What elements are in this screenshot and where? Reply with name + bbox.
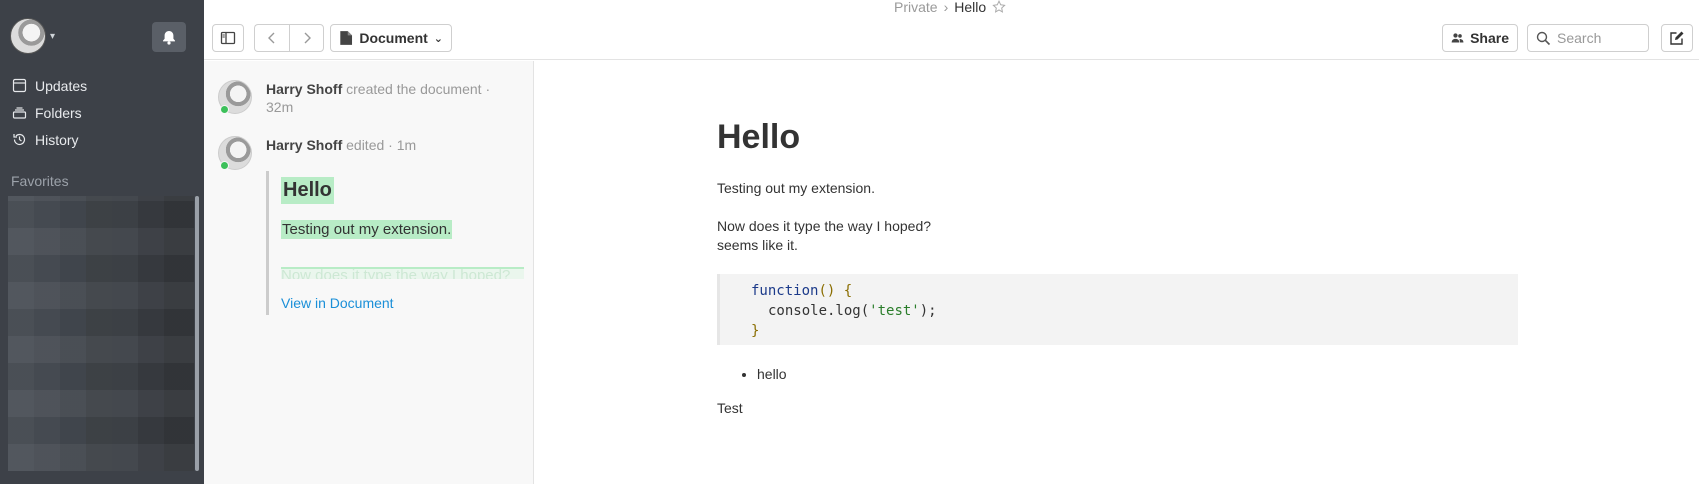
document-body[interactable]: Hello Testing out my extension. Now does… <box>717 118 1518 418</box>
view-in-document-link[interactable]: View in Document <box>281 295 524 311</box>
diff-faded-line: Now does it type the way I hoped? <box>281 267 524 279</box>
doc-paragraph[interactable]: Testing out my extension. <box>717 179 1518 198</box>
update-author[interactable]: Harry Shoff <box>266 137 342 153</box>
share-label: Share <box>1470 30 1509 46</box>
update-action: created the document <box>346 81 482 97</box>
breadcrumb: Private › Hello <box>894 0 1006 15</box>
update-author[interactable]: Harry Shoff <box>266 81 342 97</box>
toggle-sidebar-button[interactable] <box>212 24 244 52</box>
chevron-right-icon <box>304 32 311 44</box>
doc-paragraph[interactable]: Test <box>717 399 1518 418</box>
updates-panel: Harry Shoff created the document · 32m H… <box>204 61 534 484</box>
update-text: Harry Shoff created the document · 32m <box>266 81 491 115</box>
update-time: 1m <box>396 137 417 153</box>
doc-paragraph[interactable]: Now does it type the way I hoped? seems … <box>717 217 1518 255</box>
updates-icon <box>12 78 27 93</box>
search-box[interactable] <box>1527 24 1649 52</box>
sidebar-item-label: Updates <box>35 77 88 94</box>
sidebar-item-label: Folders <box>35 104 82 121</box>
breadcrumb-parent[interactable]: Private <box>894 0 938 15</box>
online-indicator <box>220 105 229 114</box>
document-icon <box>340 31 353 45</box>
account-menu-button[interactable]: ▾ <box>10 18 55 54</box>
user-avatar <box>10 18 46 54</box>
people-icon <box>1451 33 1464 43</box>
forward-button[interactable] <box>289 24 324 52</box>
history-icon <box>13 133 26 146</box>
document-menu-label: Document <box>359 30 428 46</box>
online-indicator <box>220 161 229 170</box>
chevron-right-icon: › <box>943 0 949 15</box>
document-title[interactable]: Hello <box>717 118 1518 157</box>
sidebar-item-updates[interactable]: Updates <box>0 72 204 99</box>
code-block[interactable]: function() { console.log('test'); } <box>717 274 1518 345</box>
document-menu-button[interactable]: Document ⌄ <box>330 24 452 52</box>
sidebar-item-folders[interactable]: Folders <box>0 99 204 126</box>
sidebar-nav: Updates Folders History <box>0 72 204 153</box>
update-action: edited <box>346 137 385 153</box>
sidebar-item-history[interactable]: History <box>0 126 204 153</box>
diff-heading: Hello <box>281 177 334 204</box>
diff-inserted-line: Testing out my extension. <box>281 220 453 239</box>
star-icon[interactable] <box>992 0 1006 14</box>
compose-icon <box>1670 31 1684 45</box>
favorites-list-redacted <box>8 196 194 471</box>
search-icon <box>1536 31 1551 45</box>
favorites-title: Favorites <box>11 173 69 189</box>
back-button[interactable] <box>254 24 289 52</box>
top-header: Private › Hello Document ⌄ Share <box>204 0 1699 60</box>
sidebar: ▾ Updates Folders History Favorites <box>0 0 204 484</box>
breadcrumb-current: Hello <box>954 0 987 15</box>
share-button[interactable]: Share <box>1442 24 1518 52</box>
update-text: Harry Shoff edited · 1m <box>266 137 417 153</box>
update-diff: Hello Testing out my extension. Now does… <box>266 171 524 315</box>
chevron-left-icon <box>268 32 275 44</box>
sidebar-item-label: History <box>35 131 79 148</box>
chevron-down-icon: ⌄ <box>433 32 443 45</box>
sidebar-scrollbar[interactable] <box>195 196 199 471</box>
bell-icon <box>163 30 175 45</box>
notifications-button[interactable] <box>152 22 186 52</box>
bullet-list[interactable]: hello <box>717 365 1518 384</box>
search-input[interactable] <box>1557 30 1647 46</box>
chevron-down-icon: ▾ <box>50 30 56 42</box>
folders-icon <box>12 107 27 119</box>
compose-button[interactable] <box>1661 24 1693 52</box>
update-time: 32m <box>266 99 294 115</box>
sidebar-toggle-icon <box>220 31 236 45</box>
list-item[interactable]: hello <box>757 365 1518 384</box>
